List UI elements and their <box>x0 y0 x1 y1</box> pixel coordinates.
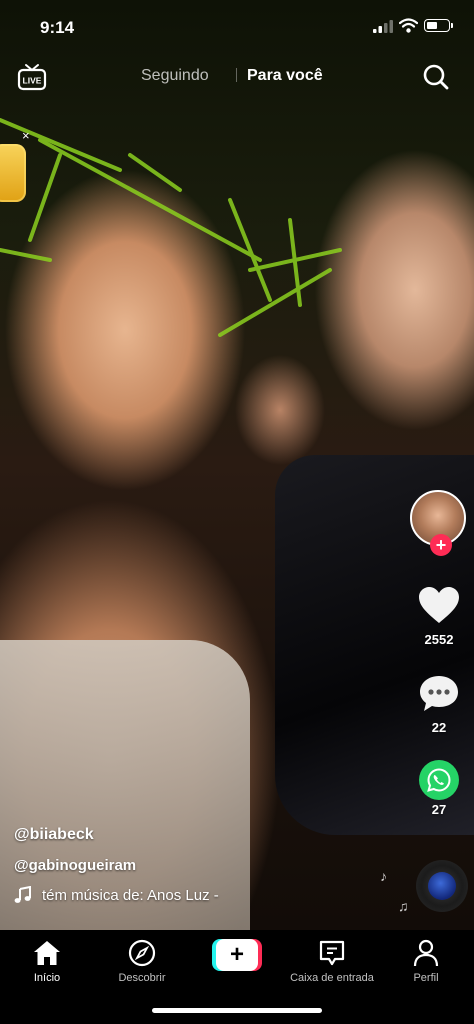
home-indicator[interactable] <box>152 1008 322 1013</box>
wifi-icon <box>399 18 418 33</box>
profile-icon <box>413 939 439 967</box>
like-button[interactable]: 2552 <box>408 585 470 647</box>
music-note-icon <box>14 886 31 903</box>
music-disc-button[interactable] <box>416 860 468 912</box>
compass-icon <box>128 939 156 967</box>
tab-divider <box>236 68 237 82</box>
svg-text:LIVE: LIVE <box>23 76 42 86</box>
stage-lights <box>0 118 342 337</box>
video-caption: @biiabeck @gabinogueiram tém música de: … <box>14 826 394 904</box>
tab-following[interactable]: Seguindo <box>141 67 209 85</box>
rewards-widget[interactable]: × <box>0 128 36 208</box>
floating-note-icon: ♪ <box>380 868 387 884</box>
nav-profile[interactable]: Perfil <box>381 938 471 984</box>
music-title: tém música de: Anos Luz - <box>42 886 219 904</box>
nav-discover[interactable]: Descobrir <box>97 938 187 984</box>
comment-icon <box>420 676 458 711</box>
close-icon[interactable]: × <box>22 128 30 143</box>
nav-discover-label: Descobrir <box>118 972 166 984</box>
floating-note-icon: ♫ <box>398 898 409 914</box>
video-player[interactable] <box>0 0 474 930</box>
comment-count: 22 <box>431 720 447 735</box>
coin-icon[interactable] <box>0 144 26 202</box>
search-button[interactable] <box>422 63 450 91</box>
home-icon <box>34 941 60 965</box>
share-button[interactable]: 27 <box>408 760 470 817</box>
creator-avatar-button[interactable]: + <box>410 490 466 556</box>
inbox-icon <box>319 940 345 966</box>
status-bar: 9:14 <box>0 0 474 56</box>
whatsapp-icon <box>419 760 459 800</box>
like-count: 2552 <box>424 632 454 647</box>
sound-cover-icon <box>428 872 456 900</box>
plus-icon: + <box>216 939 258 971</box>
heart-icon <box>419 587 459 623</box>
top-navigation: LIVE Seguindo Para você <box>0 60 474 94</box>
create-button[interactable]: + <box>212 939 262 971</box>
live-button[interactable]: LIVE <box>16 60 48 92</box>
nav-home-label: Início <box>33 972 61 984</box>
mention-link[interactable]: @gabinogueiram <box>14 857 394 874</box>
music-info[interactable]: tém música de: Anos Luz - <box>14 886 394 904</box>
comment-button[interactable]: 22 <box>408 673 470 735</box>
follow-button[interactable]: + <box>430 534 452 556</box>
tab-for-you[interactable]: Para você <box>247 67 323 85</box>
author-handle[interactable]: @biiabeck <box>14 826 394 844</box>
nav-profile-label: Perfil <box>413 972 439 984</box>
battery-icon <box>424 19 453 32</box>
nav-inbox-label: Caixa de entrada <box>290 972 374 984</box>
status-time: 9:14 <box>40 18 75 37</box>
cellular-signal-icon <box>373 20 393 33</box>
nav-home[interactable]: Início <box>2 938 92 984</box>
nav-inbox[interactable]: Caixa de entrada <box>286 938 378 984</box>
search-icon <box>423 64 449 90</box>
share-count: 27 <box>431 802 447 817</box>
live-tv-icon: LIVE <box>17 64 47 91</box>
